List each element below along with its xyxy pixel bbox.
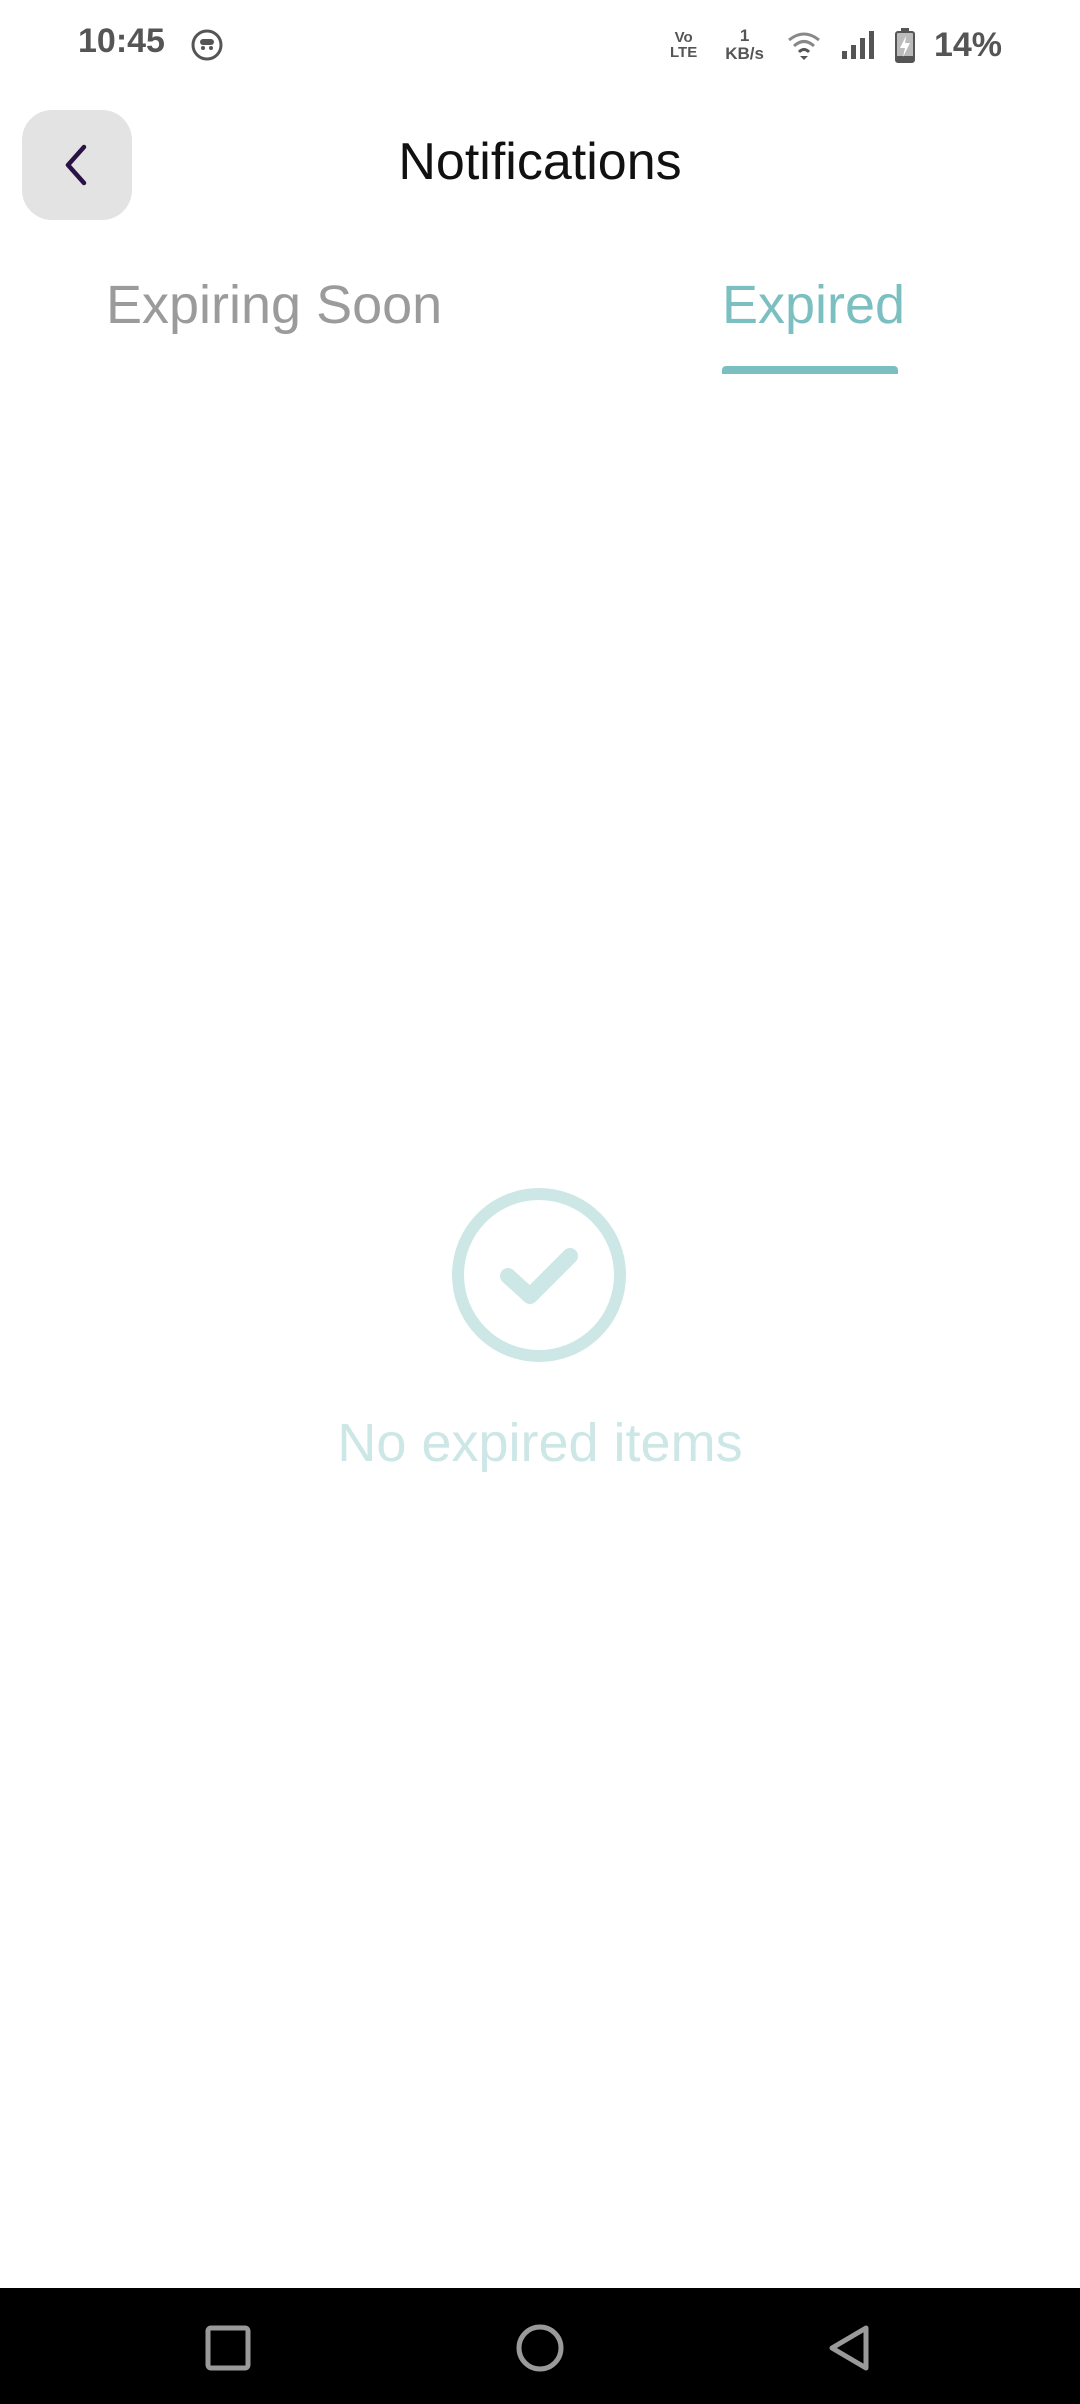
net-speed-indicator: 1 KB/s xyxy=(725,26,764,63)
volte-indicator: Vo LTE xyxy=(669,29,698,61)
tab-expiring-soon[interactable]: Expiring Soon xyxy=(106,274,442,336)
tab-bar: Expiring Soon Expired xyxy=(0,260,1080,380)
nav-back-button[interactable] xyxy=(820,2318,880,2378)
check-circle-icon xyxy=(452,1188,626,1362)
battery-percent: 14% xyxy=(933,25,1002,64)
wifi-icon xyxy=(788,32,820,60)
tab-expired[interactable]: Expired xyxy=(722,274,905,336)
battery-charging-icon xyxy=(894,28,915,63)
status-indicators: Vo LTE 1 KB/s 14% xyxy=(670,22,1002,68)
notifications-screen: 10:45 Vo LTE 1 KB/s 14% Notifications Ex… xyxy=(0,0,1080,2404)
active-tab-indicator xyxy=(722,366,898,374)
status-time: 10:45 xyxy=(78,22,165,60)
signal-icon xyxy=(841,31,874,59)
home-button[interactable] xyxy=(510,2318,570,2378)
page-title: Notifications xyxy=(398,133,682,191)
recents-button[interactable] xyxy=(198,2318,258,2378)
empty-state-message: No expired items xyxy=(337,1413,743,1473)
status-bar: 10:45 Vo LTE 1 KB/s 14% xyxy=(0,0,1080,90)
system-nav-bar xyxy=(0,2288,1080,2404)
app-notification-icon xyxy=(191,29,223,61)
